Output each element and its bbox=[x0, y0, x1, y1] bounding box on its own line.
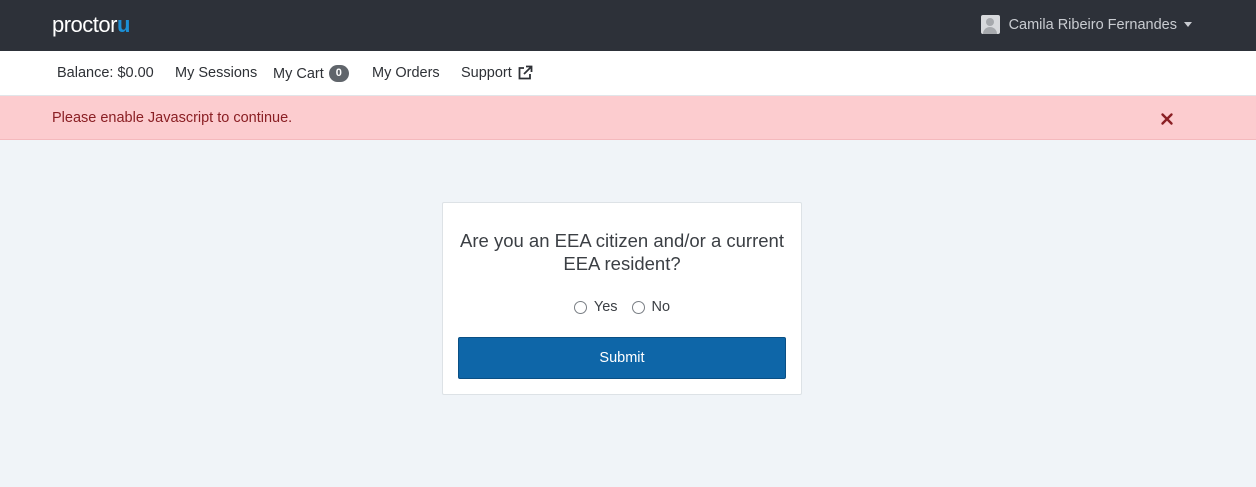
eea-question: Are you an EEA citizen and/or a current … bbox=[460, 230, 784, 274]
top-bar: proctor u Camila Ribeiro Fernandes bbox=[0, 0, 1256, 51]
my-sessions-label: My Sessions bbox=[175, 65, 258, 81]
logo-accent: u bbox=[116, 12, 131, 37]
support-link[interactable]: Support bbox=[461, 65, 533, 81]
submit-button[interactable]: Submit bbox=[458, 337, 786, 379]
caret-down-icon bbox=[1184, 22, 1192, 27]
my-cart-link[interactable]: My Cart 0 bbox=[273, 65, 349, 82]
main-nav: Balance: $0.00 My Sessions My Cart 0 My … bbox=[0, 51, 1256, 96]
alert-message: Please enable Javascript to continue. bbox=[52, 110, 293, 126]
balance-label: Balance: $0.00 bbox=[57, 65, 154, 81]
radio-yes[interactable]: Yes bbox=[573, 299, 618, 315]
eea-form-card: Are you an EEA citizen and/or a current … bbox=[442, 202, 802, 395]
user-avatar-icon bbox=[980, 15, 1000, 34]
radio-no-circle[interactable] bbox=[631, 300, 645, 314]
cart-count-badge: 0 bbox=[328, 65, 349, 82]
radio-no[interactable]: No bbox=[631, 299, 671, 315]
logo-text: proctor bbox=[52, 12, 117, 37]
proctoru-logo[interactable]: proctor u bbox=[52, 12, 130, 38]
radio-no-label: No bbox=[651, 299, 671, 315]
radio-yes-label: Yes bbox=[593, 299, 618, 315]
my-orders-link[interactable]: My Orders bbox=[372, 65, 440, 81]
my-sessions-link[interactable]: My Sessions bbox=[175, 65, 257, 81]
balance-link[interactable]: Balance: $0.00 bbox=[57, 65, 154, 81]
javascript-alert: Please enable Javascript to continue. bbox=[0, 96, 1256, 140]
close-icon[interactable] bbox=[1159, 111, 1175, 127]
user-name: Camila Ribeiro Fernandes bbox=[1008, 16, 1177, 33]
external-link-icon bbox=[518, 65, 533, 80]
user-menu[interactable]: Camila Ribeiro Fernandes bbox=[980, 15, 1192, 34]
eea-radio-group: Yes No bbox=[443, 299, 801, 315]
radio-yes-circle[interactable] bbox=[573, 300, 587, 314]
my-orders-label: My Orders bbox=[372, 65, 440, 81]
support-label: Support bbox=[461, 65, 512, 81]
my-cart-label: My Cart bbox=[273, 65, 324, 82]
